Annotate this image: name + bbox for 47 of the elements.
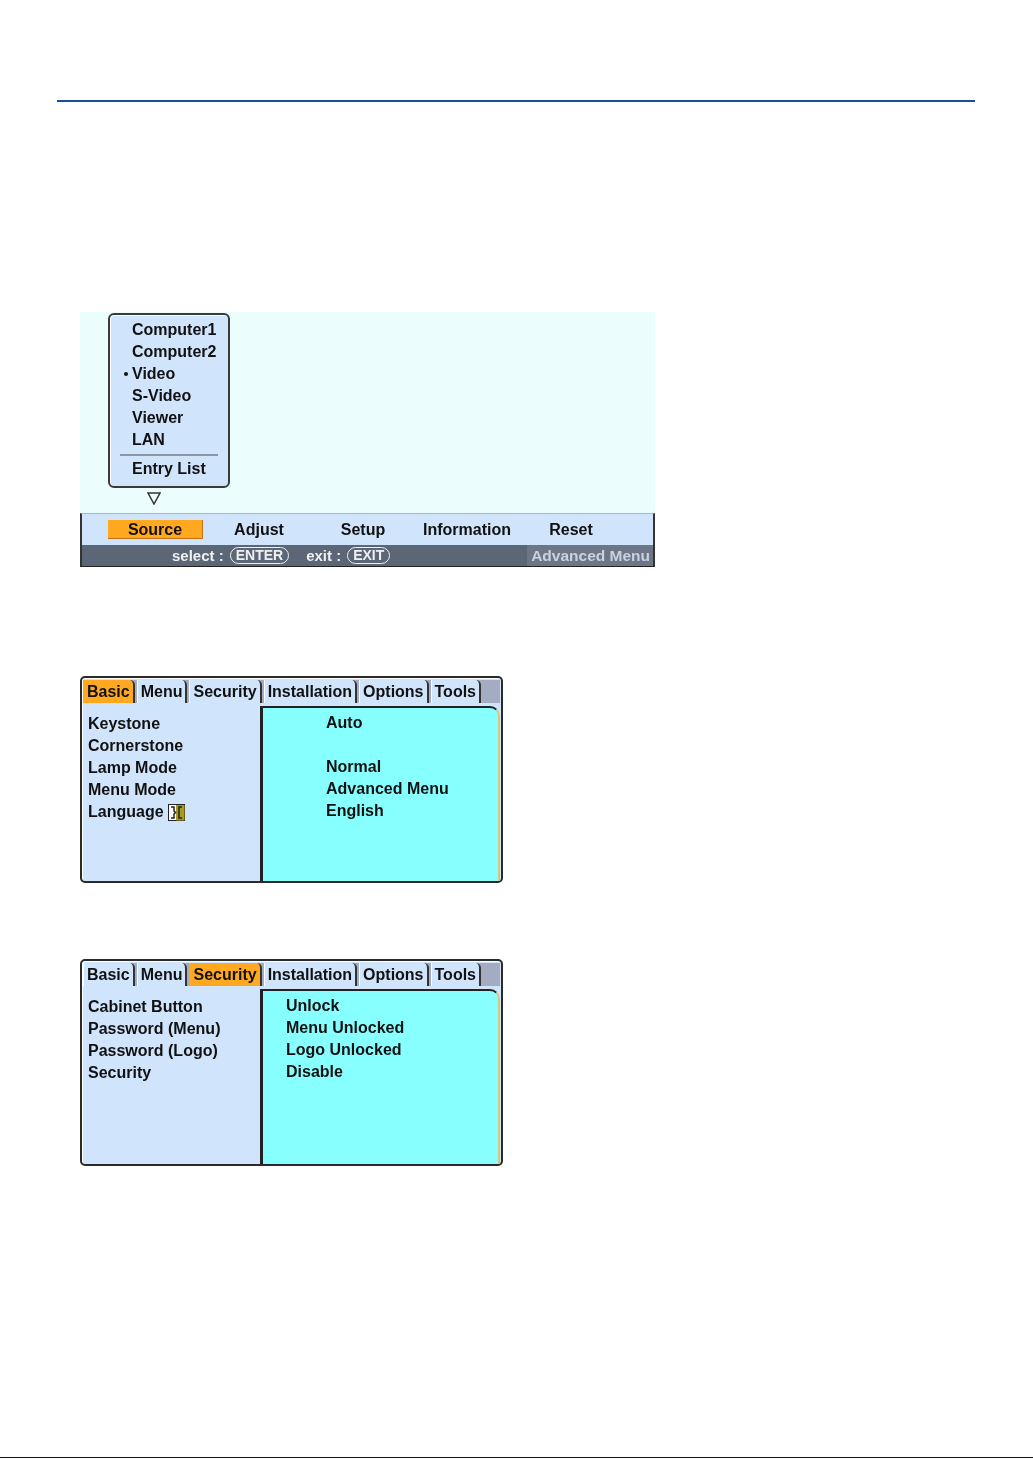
setting-label[interactable]: Lamp Mode xyxy=(88,759,177,777)
down-triangle-icon xyxy=(147,492,161,505)
setting-label[interactable]: Keystone xyxy=(88,715,161,733)
source-menu-item[interactable]: Entry List xyxy=(132,458,206,480)
source-menu-item[interactable]: Computer2 xyxy=(132,341,217,363)
hint-label: select : xyxy=(172,547,224,564)
setting-label[interactable]: Cabinet Button xyxy=(88,998,203,1016)
tab[interactable]: Security xyxy=(189,963,262,986)
setting-value: Unlock xyxy=(286,997,340,1015)
setting-value: Logo Unlocked xyxy=(286,1041,402,1059)
source-menu-item[interactable]: Viewer xyxy=(132,407,184,429)
menu-bar-item[interactable]: Source xyxy=(107,520,203,539)
source-menu-item[interactable]: LAN xyxy=(132,429,165,451)
tab[interactable]: Menu xyxy=(136,963,188,986)
setting-label[interactable]: Cornerstone xyxy=(88,737,184,755)
setting-label[interactable]: Menu Mode xyxy=(88,781,176,799)
setting-value: Normal xyxy=(326,758,382,776)
tab[interactable]: Tools xyxy=(430,680,481,703)
menu-mode-label: Advanced Menu xyxy=(527,545,653,566)
tab[interactable]: Options xyxy=(359,680,429,703)
tab[interactable]: Installation xyxy=(263,963,358,986)
menu-bar-item[interactable]: Adjust xyxy=(234,520,284,539)
tab[interactable]: Options xyxy=(359,963,429,986)
menu-bar-item[interactable]: Setup xyxy=(340,520,386,539)
setting-value: Advanced Menu xyxy=(326,780,449,798)
setting-value: Menu Unlocked xyxy=(286,1019,405,1037)
setting-label[interactable]: Security xyxy=(88,1064,152,1082)
setting-value: Disable xyxy=(286,1063,343,1081)
setting-label[interactable]: Password (Logo) xyxy=(88,1042,218,1060)
source-menu-item[interactable]: S-Video xyxy=(132,385,192,407)
source-menu-item[interactable]: Computer1 xyxy=(132,319,217,341)
source-menu-item[interactable]: Video xyxy=(120,363,176,385)
tab[interactable]: Basic xyxy=(83,680,135,703)
setting-label[interactable]: Password (Menu) xyxy=(88,1020,221,1038)
setting-label[interactable]: Language xyxy=(88,803,164,821)
book-icon xyxy=(167,803,185,821)
menu-bar-item[interactable]: Reset xyxy=(549,520,593,539)
menu-bar-item[interactable]: Information xyxy=(423,520,511,539)
tab[interactable]: Installation xyxy=(263,680,358,703)
tab[interactable]: Basic xyxy=(83,963,135,986)
setting-value: English xyxy=(326,802,384,820)
tab[interactable]: Menu xyxy=(136,680,188,703)
bullet-icon xyxy=(124,372,128,376)
hint-label: exit : xyxy=(306,547,342,564)
tab[interactable]: Security xyxy=(189,680,262,703)
tab[interactable]: Tools xyxy=(430,963,481,986)
setting-value: Auto xyxy=(326,714,363,732)
